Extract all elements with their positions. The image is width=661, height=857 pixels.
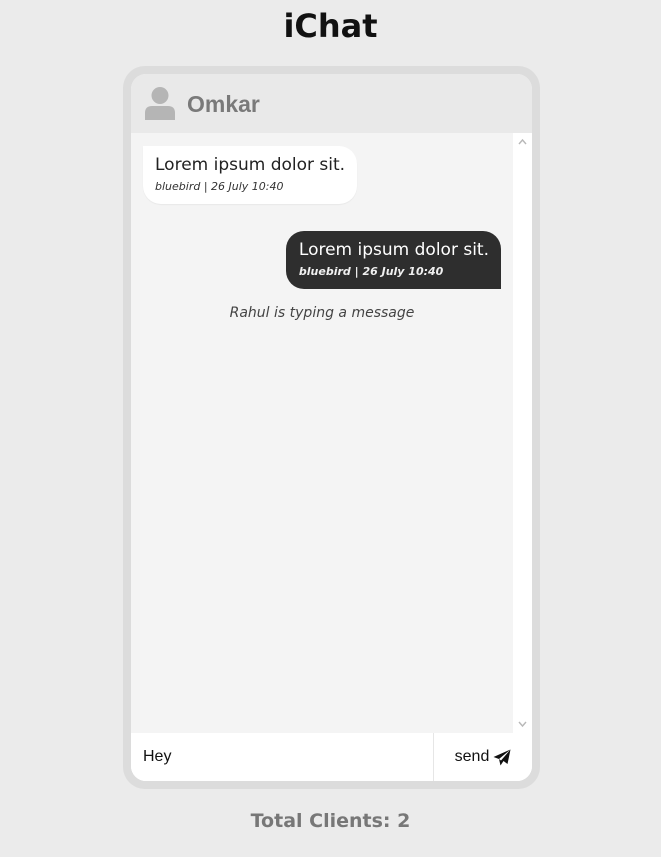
- message-meta: bluebird | 26 July 10:40: [155, 180, 284, 193]
- message-text: Lorem ipsum dolor sit.: [155, 155, 346, 175]
- contact-name: Omkar: [187, 91, 260, 117]
- message-scrollbar[interactable]: [513, 133, 532, 733]
- paper-plane-icon: [493, 749, 511, 765]
- composer: send: [131, 733, 532, 781]
- message-text: Lorem ipsum dolor sit.: [298, 240, 489, 260]
- typing-indicator: Rahul is typing a message: [229, 305, 415, 321]
- app-title: iChat: [283, 7, 378, 45]
- send-label: send: [454, 748, 490, 765]
- chat-header: Omkar: [131, 74, 532, 133]
- message-input[interactable]: [131, 733, 433, 781]
- chat-window: Omkar Lorem ipsum dolor sit. bluebird | …: [131, 74, 532, 781]
- user-icon: [145, 87, 175, 120]
- message-meta: bluebird | 26 July 10:40: [298, 265, 444, 278]
- send-button[interactable]: send: [433, 733, 532, 781]
- scroll-down-icon[interactable]: [517, 719, 528, 729]
- incoming-message: Lorem ipsum dolor sit. bluebird | 26 Jul…: [143, 146, 358, 204]
- message-list[interactable]: Lorem ipsum dolor sit. bluebird | 26 Jul…: [131, 133, 513, 733]
- outgoing-message: Lorem ipsum dolor sit. bluebird | 26 Jul…: [285, 231, 501, 289]
- scroll-up-icon[interactable]: [517, 137, 528, 147]
- total-clients: Total Clients: 2: [250, 810, 411, 832]
